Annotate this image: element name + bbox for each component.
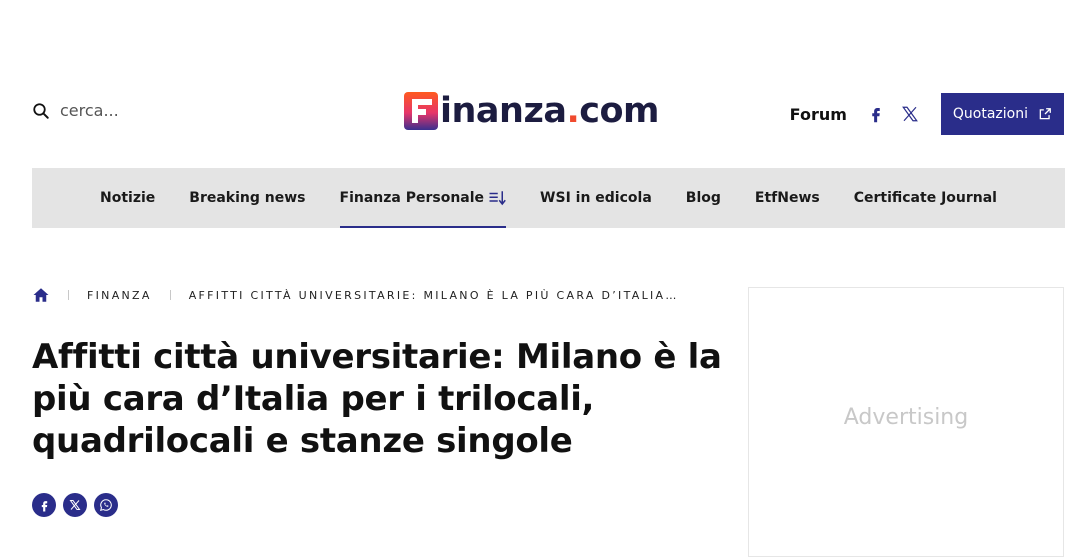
advertising-label: Advertising (843, 405, 969, 430)
home-icon[interactable] (32, 286, 50, 304)
nav-item-wsi-in-edicola[interactable]: WSI in edicola (540, 168, 652, 228)
search-bar[interactable] (32, 100, 222, 121)
x-icon (69, 500, 81, 510)
advertising-box: Advertising (748, 287, 1064, 557)
share-x-button[interactable] (63, 493, 87, 517)
search-icon (33, 102, 49, 119)
facebook-icon (41, 500, 47, 511)
x-icon[interactable] (901, 105, 919, 123)
nav-item-label: Finanza Personale (339, 190, 485, 206)
nav-item-breaking-news[interactable]: Breaking news (189, 168, 305, 228)
share-buttons (32, 493, 118, 517)
header-actions: Forum Quotazioni (790, 93, 1064, 135)
logo-wordmark: inanza.com (440, 90, 660, 131)
external-link-icon (1039, 108, 1051, 120)
quotazioni-button[interactable]: Quotazioni (940, 93, 1064, 135)
site-logo[interactable]: inanza.com (404, 90, 660, 131)
sort-icon (489, 191, 506, 206)
forum-link[interactable]: Forum (790, 105, 847, 124)
site-header: inanza.com Forum Quotazioni (0, 0, 1080, 160)
nav-item-finanza-personale[interactable]: Finanza Personale (339, 168, 507, 228)
nav-item-notizie[interactable]: Notizie (100, 168, 155, 228)
finanza-logo-mark (404, 92, 438, 130)
breadcrumb-item-finanza[interactable]: FINANZA (87, 289, 152, 302)
share-whatsapp-button[interactable] (94, 493, 118, 517)
breadcrumb-separator (68, 290, 69, 300)
breadcrumb: FINANZA AFFITTI CITTÀ UNIVERSITARIE: MIL… (32, 286, 679, 304)
share-facebook-button[interactable] (32, 493, 56, 517)
nav-item-etfnews[interactable]: EtfNews (755, 168, 820, 228)
breadcrumb-separator (169, 290, 171, 300)
nav-item-certificate-journal[interactable]: Certificate Journal (854, 168, 997, 228)
quotazioni-label: Quotazioni (952, 106, 1028, 122)
nav-item-blog[interactable]: Blog (686, 168, 721, 228)
breadcrumb-current: AFFITTI CITTÀ UNIVERSITARIE: MILANO È LA… (188, 288, 679, 302)
whatsapp-icon (100, 499, 112, 511)
article-title: Affitti città universitarie: Milano è la… (32, 337, 722, 461)
facebook-icon[interactable] (867, 105, 885, 123)
search-input[interactable] (58, 100, 222, 121)
main-nav: Notizie Breaking news Finanza Personale … (32, 168, 1065, 228)
